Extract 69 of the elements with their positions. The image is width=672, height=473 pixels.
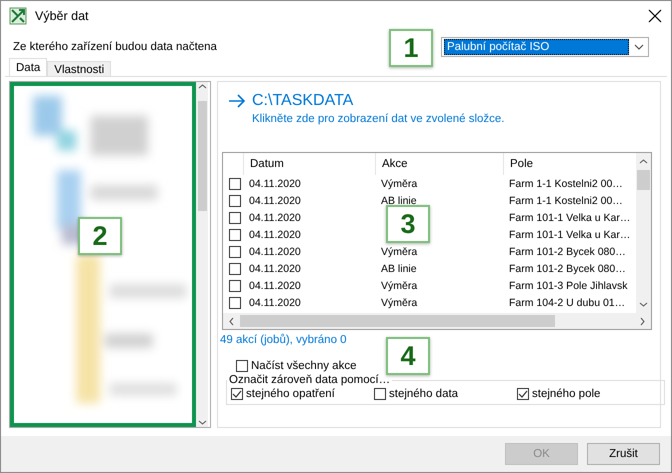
table-cell-text: 04.11.2020 [248,262,302,274]
checkbox[interactable] [374,388,386,400]
scroll-thumb[interactable] [637,170,650,190]
table-cell-text: AB linie [380,262,418,274]
scrollbar[interactable] [223,313,651,329]
tab[interactable]: Vlastnosti [47,61,112,76]
checkbox[interactable] [229,296,241,308]
table-cell-text: Farm 101-2 Bycek 080… [508,246,627,258]
checkbox-label[interactable]: Načíst všechny akce [251,360,356,372]
table-cell-text: Farm 1-1 Kostelni2 00… [508,194,624,206]
callout-number: 2 [78,217,122,255]
checkbox-label[interactable]: stejného pole [532,388,600,400]
table-cell-text: Výměra [380,296,418,308]
summary-text: 49 akcí (jobů), vybráno 0 [220,334,348,346]
table-cell-text: 04.11.2020 [248,246,302,258]
scroll-up-icon[interactable] [639,157,648,166]
table-cell-text: 04.11.2020 [248,296,302,308]
checkbox-label[interactable]: stejného opatření [246,388,335,400]
table-cell-text: AB linie [380,194,418,206]
window-title: Výběr dat [35,9,90,23]
checkbox[interactable] [229,228,241,240]
scroll-right-icon[interactable] [638,316,647,326]
column-header[interactable]: Datum [243,153,375,175]
callout-number: 1 [389,29,433,67]
device-label: Ze kterého zařízení budou data načtena [13,41,217,53]
table-cell-text: 04.11.2020 [248,280,302,292]
folder-link[interactable]: Klikněte zde pro zobrazení dat ve zvolené složce. [252,113,652,125]
table-cell-text: 04.11.2020 [248,178,302,190]
checkbox[interactable] [229,212,241,224]
app-icon [9,7,27,25]
scrollbar[interactable] [636,153,651,313]
arrow-icon [228,94,246,108]
checkbox[interactable] [229,262,241,274]
checkbox[interactable] [229,280,241,292]
table-cell-text: Farm 101-3 Pole Jihlavsk [508,280,628,292]
checkbox-label[interactable]: stejného data [389,388,458,400]
table-cell-text: 04.11.2020 [248,228,302,240]
table-cell-text: Farm 101-1 Velka u Kar… [508,212,632,224]
scroll-up-icon[interactable] [198,82,206,91]
table-cell-text: 04.11.2020 [248,194,302,206]
close-icon[interactable] [647,8,663,24]
scroll-thumb[interactable] [240,315,556,327]
table-cell-text: Farm 104-2 U dubu 01… [508,296,626,308]
scroll-down-icon[interactable] [198,418,206,427]
checkbox[interactable] [231,388,243,400]
callout-number: 3 [386,205,430,243]
cancel-button[interactable]: Zrušit [587,443,660,465]
checkbox[interactable] [229,194,241,206]
scroll-down-icon[interactable] [639,300,648,309]
tab[interactable]: Data [9,58,48,76]
group-title: Označit zároveň data pomocí… [228,374,392,386]
device-dropdown[interactable]: Palubní počítač ISO [441,37,649,57]
scroll-thumb[interactable] [198,101,206,211]
column-header[interactable]: Akce [375,153,503,175]
checkbox[interactable] [517,388,529,400]
table-cell-text: Farm 101-1 Velka u Kar… [508,228,632,240]
scroll-left-icon[interactable] [227,316,236,326]
table-cell-text: Výměra [380,280,418,292]
scrollbar[interactable] [196,82,208,427]
checkbox[interactable] [229,246,241,258]
callout-number: 4 [386,337,430,375]
table-cell-text: Farm 1-1 Kostelni2 00… [508,178,624,190]
table-cell-text: Výměra [380,246,418,258]
folder-path[interactable]: C:\TASKDATA [252,92,354,110]
table-cell-text: 04.11.2020 [248,212,302,224]
checkbox[interactable] [229,178,241,190]
table-cell-text: Výměra [380,178,418,190]
table-cell-text: Farm 101-2 Bycek 080… [508,262,627,274]
checkbox[interactable] [236,360,248,372]
